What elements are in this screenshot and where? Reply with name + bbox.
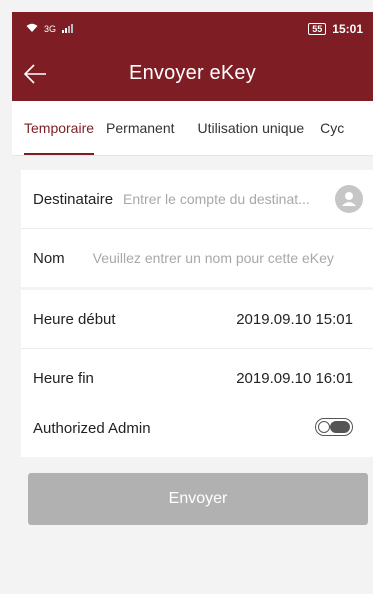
name-input[interactable]: Veuillez entrer un nom pour cette eKey: [93, 250, 334, 266]
recipient-card: Destinataire Entrer le compte du destina…: [21, 170, 373, 287]
tab-bar: Temporaire Permanent Utilisation unique …: [12, 101, 373, 156]
battery-indicator: 55: [308, 23, 327, 35]
tab-utilisation-unique[interactable]: Utilisation unique: [198, 101, 305, 155]
start-time-label: Heure début: [33, 310, 116, 328]
name-label: Nom: [33, 249, 65, 267]
tab-label: Temporaire: [24, 120, 95, 136]
admin-row: Authorized Admin: [21, 399, 373, 457]
arrow-left-icon[interactable]: [22, 62, 48, 86]
recipient-label: Destinataire: [33, 190, 114, 208]
start-time-row[interactable]: Heure début 2019.09.10 15:01: [21, 290, 373, 348]
contact-icon[interactable]: [335, 185, 363, 213]
recipient-input[interactable]: Entrer le compte du destinat...: [123, 191, 310, 207]
time-card: Heure début 2019.09.10 15:01 Heure fin 2…: [21, 290, 373, 407]
admin-toggle[interactable]: [315, 418, 353, 436]
admin-label: Authorized Admin: [33, 419, 151, 437]
tab-label: Cyc: [320, 120, 345, 136]
recipient-row[interactable]: Destinataire Entrer le compte du destina…: [21, 170, 373, 228]
clock: 15:01: [332, 22, 363, 36]
tab-label: Permanent: [106, 120, 175, 136]
end-time-label: Heure fin: [33, 369, 94, 387]
tab-permanent[interactable]: Permanent: [106, 101, 174, 155]
wifi-icon: [26, 22, 38, 36]
toggle-track-fill: [330, 421, 350, 433]
app-header: 3G 55 15:01 Envoyer eKey: [12, 12, 373, 101]
start-time-value[interactable]: 2019.09.10 15:01: [236, 311, 353, 328]
signal-icon: [62, 22, 74, 36]
tab-label: Utilisation unique: [197, 120, 305, 136]
navigation-bar: Envoyer eKey: [12, 46, 373, 101]
name-row[interactable]: Nom Veuillez entrer un nom pour cette eK…: [21, 228, 373, 287]
tab-cyclique[interactable]: Cyc: [320, 101, 344, 155]
end-time-value[interactable]: 2019.09.10 16:01: [236, 370, 353, 387]
toggle-knob: [318, 421, 330, 433]
status-bar: 3G 55 15:01: [12, 12, 373, 46]
tab-temporaire[interactable]: Temporaire: [24, 101, 95, 155]
admin-card: Authorized Admin: [21, 399, 373, 457]
page-title: Envoyer eKey: [129, 62, 256, 84]
send-button[interactable]: Envoyer: [28, 473, 368, 525]
network-type: 3G: [44, 24, 57, 34]
